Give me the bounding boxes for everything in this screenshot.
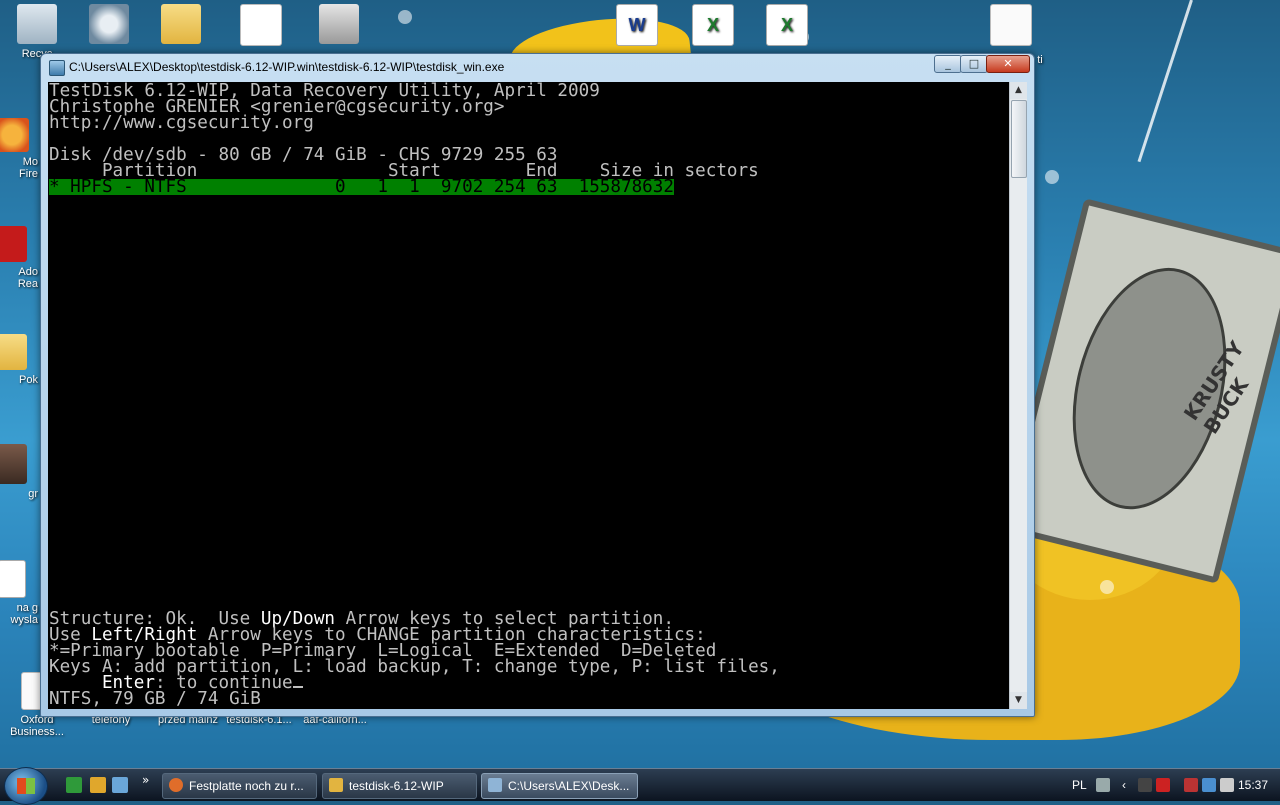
console-line-url: http://www.cgsecurity.org bbox=[49, 113, 314, 133]
desktop-icon-adobe-reader[interactable]: Ado Rea bbox=[0, 226, 38, 290]
excel-spreadsheet-icon: X bbox=[692, 4, 734, 46]
desktop-icon-label: Pok bbox=[19, 374, 38, 386]
show-desktop-icon[interactable] bbox=[112, 777, 128, 793]
quicklaunch-app-icon[interactable] bbox=[90, 777, 106, 793]
antivirus-icon[interactable] bbox=[1156, 778, 1170, 792]
folder-icon bbox=[161, 4, 201, 44]
desktop-icon-firefox[interactable]: Mo Fire bbox=[0, 118, 38, 180]
window-titlebar[interactable]: C:\Users\ALEX\Desktop\testdisk-6.12-WIP.… bbox=[41, 54, 1034, 80]
taskbar-button-console[interactable]: C:\Users\ALEX\Desk... bbox=[481, 773, 638, 799]
scrollbar-thumb[interactable] bbox=[1011, 100, 1027, 178]
desktop-icon-label: gr bbox=[28, 488, 38, 500]
excel-spreadsheet-icon: X bbox=[766, 4, 808, 46]
adobe-reader-icon bbox=[0, 226, 27, 262]
keyboard-icon[interactable] bbox=[1096, 778, 1110, 792]
desktop-icon-word-doc[interactable]: na g wysla bbox=[0, 560, 38, 626]
desktop-icon-folder[interactable]: Pok bbox=[0, 334, 38, 386]
desktop-icon-excel[interactable]: X bbox=[752, 4, 822, 50]
desktop-icon-web[interactable] bbox=[74, 4, 144, 48]
taskbar-button-label: Festplatte noch zu r... bbox=[189, 779, 304, 793]
word-document-icon: W bbox=[616, 4, 658, 46]
desktop-icon-pdf[interactable] bbox=[226, 4, 296, 50]
console-app-icon bbox=[49, 60, 65, 76]
console-output[interactable]: TestDisk 6.12-WIP, Data Recovery Utility… bbox=[48, 82, 1009, 709]
close-button[interactable]: ✕ bbox=[986, 55, 1030, 73]
status-line: NTFS, 79 GB / 74 GiB bbox=[49, 689, 261, 709]
taskbar: » Festplatte noch zu r... testdisk-6.12-… bbox=[0, 767, 1280, 805]
quicklaunch-more-icon[interactable]: » bbox=[142, 773, 149, 787]
scroll-up-arrow-icon[interactable]: ▲ bbox=[1010, 82, 1027, 99]
photo-icon bbox=[0, 444, 27, 484]
window-title: C:\Users\ALEX\Desktop\testdisk-6.12-WIP.… bbox=[69, 60, 505, 74]
document-icon bbox=[990, 4, 1032, 46]
taskbar-button-firefox[interactable]: Festplatte noch zu r... bbox=[162, 773, 317, 799]
web-icon bbox=[89, 4, 129, 44]
partition-row-selected[interactable]: * HPFS - NTFS 0 1 1 9702 254 63 15587863… bbox=[49, 178, 674, 196]
desktop-icon-label: na g wysla bbox=[10, 602, 38, 626]
quicklaunch-app-icon[interactable] bbox=[66, 777, 82, 793]
taskbar-button-testdisk-folder[interactable]: testdisk-6.12-WIP bbox=[322, 773, 477, 799]
wallpaper-krusty-buck: KRUSTY BUCK bbox=[1001, 198, 1280, 584]
wallpaper-bubble bbox=[398, 10, 412, 24]
text-cursor bbox=[292, 686, 303, 688]
desktop-icon-settings[interactable] bbox=[304, 4, 374, 48]
tray-app-icon[interactable] bbox=[1184, 778, 1198, 792]
taskbar-button-label: C:\Users\ALEX\Desk... bbox=[508, 779, 630, 793]
desktop-icon-word[interactable]: W bbox=[602, 4, 672, 50]
folder-icon bbox=[329, 778, 343, 792]
wallpaper-fishing-line bbox=[1137, 0, 1193, 163]
minimize-button[interactable]: _ bbox=[934, 55, 962, 73]
scroll-down-arrow-icon[interactable]: ▼ bbox=[1010, 692, 1027, 709]
tray-expand-icon[interactable]: ‹ bbox=[1122, 778, 1136, 792]
desktop-icon-recycle-bin[interactable]: Recyc bbox=[2, 4, 72, 60]
wallpaper-bubble bbox=[1045, 170, 1059, 184]
pdf-document-icon bbox=[240, 4, 282, 46]
taskbar-button-label: testdisk-6.12-WIP bbox=[349, 779, 444, 793]
settings-program-icon bbox=[319, 4, 359, 44]
recycle-bin-icon bbox=[17, 4, 57, 44]
desktop-icon-label: Oxford Business... bbox=[10, 714, 64, 738]
desktop-icon-label: Ado Rea bbox=[17, 266, 38, 290]
firefox-icon bbox=[169, 778, 183, 792]
language-indicator[interactable]: PL bbox=[1072, 778, 1087, 792]
desktop-icon-photo[interactable]: gr bbox=[0, 444, 38, 500]
vertical-scrollbar[interactable]: ▲ ▼ bbox=[1009, 82, 1027, 709]
maximize-button[interactable]: □ bbox=[960, 55, 988, 73]
desktop-icon-folder[interactable] bbox=[146, 4, 216, 48]
volume-icon[interactable] bbox=[1220, 778, 1234, 792]
windows-logo-icon bbox=[17, 778, 35, 794]
tray-app-icon[interactable] bbox=[1138, 778, 1152, 792]
firefox-icon bbox=[0, 118, 29, 152]
wallpaper-bubble bbox=[1100, 580, 1114, 594]
start-button[interactable] bbox=[4, 767, 48, 805]
desktop-icon-excel[interactable]: X bbox=[678, 4, 748, 50]
clock[interactable]: 15:37 bbox=[1238, 778, 1268, 792]
desktop-icon-document[interactable] bbox=[976, 4, 1046, 50]
desktop-icon-label: Mo Fire bbox=[19, 156, 38, 180]
console-icon bbox=[488, 778, 502, 792]
console-window[interactable]: C:\Users\ALEX\Desktop\testdisk-6.12-WIP.… bbox=[40, 53, 1035, 717]
network-icon[interactable] bbox=[1202, 778, 1216, 792]
word-document-icon bbox=[0, 560, 26, 598]
folder-icon bbox=[0, 334, 27, 370]
